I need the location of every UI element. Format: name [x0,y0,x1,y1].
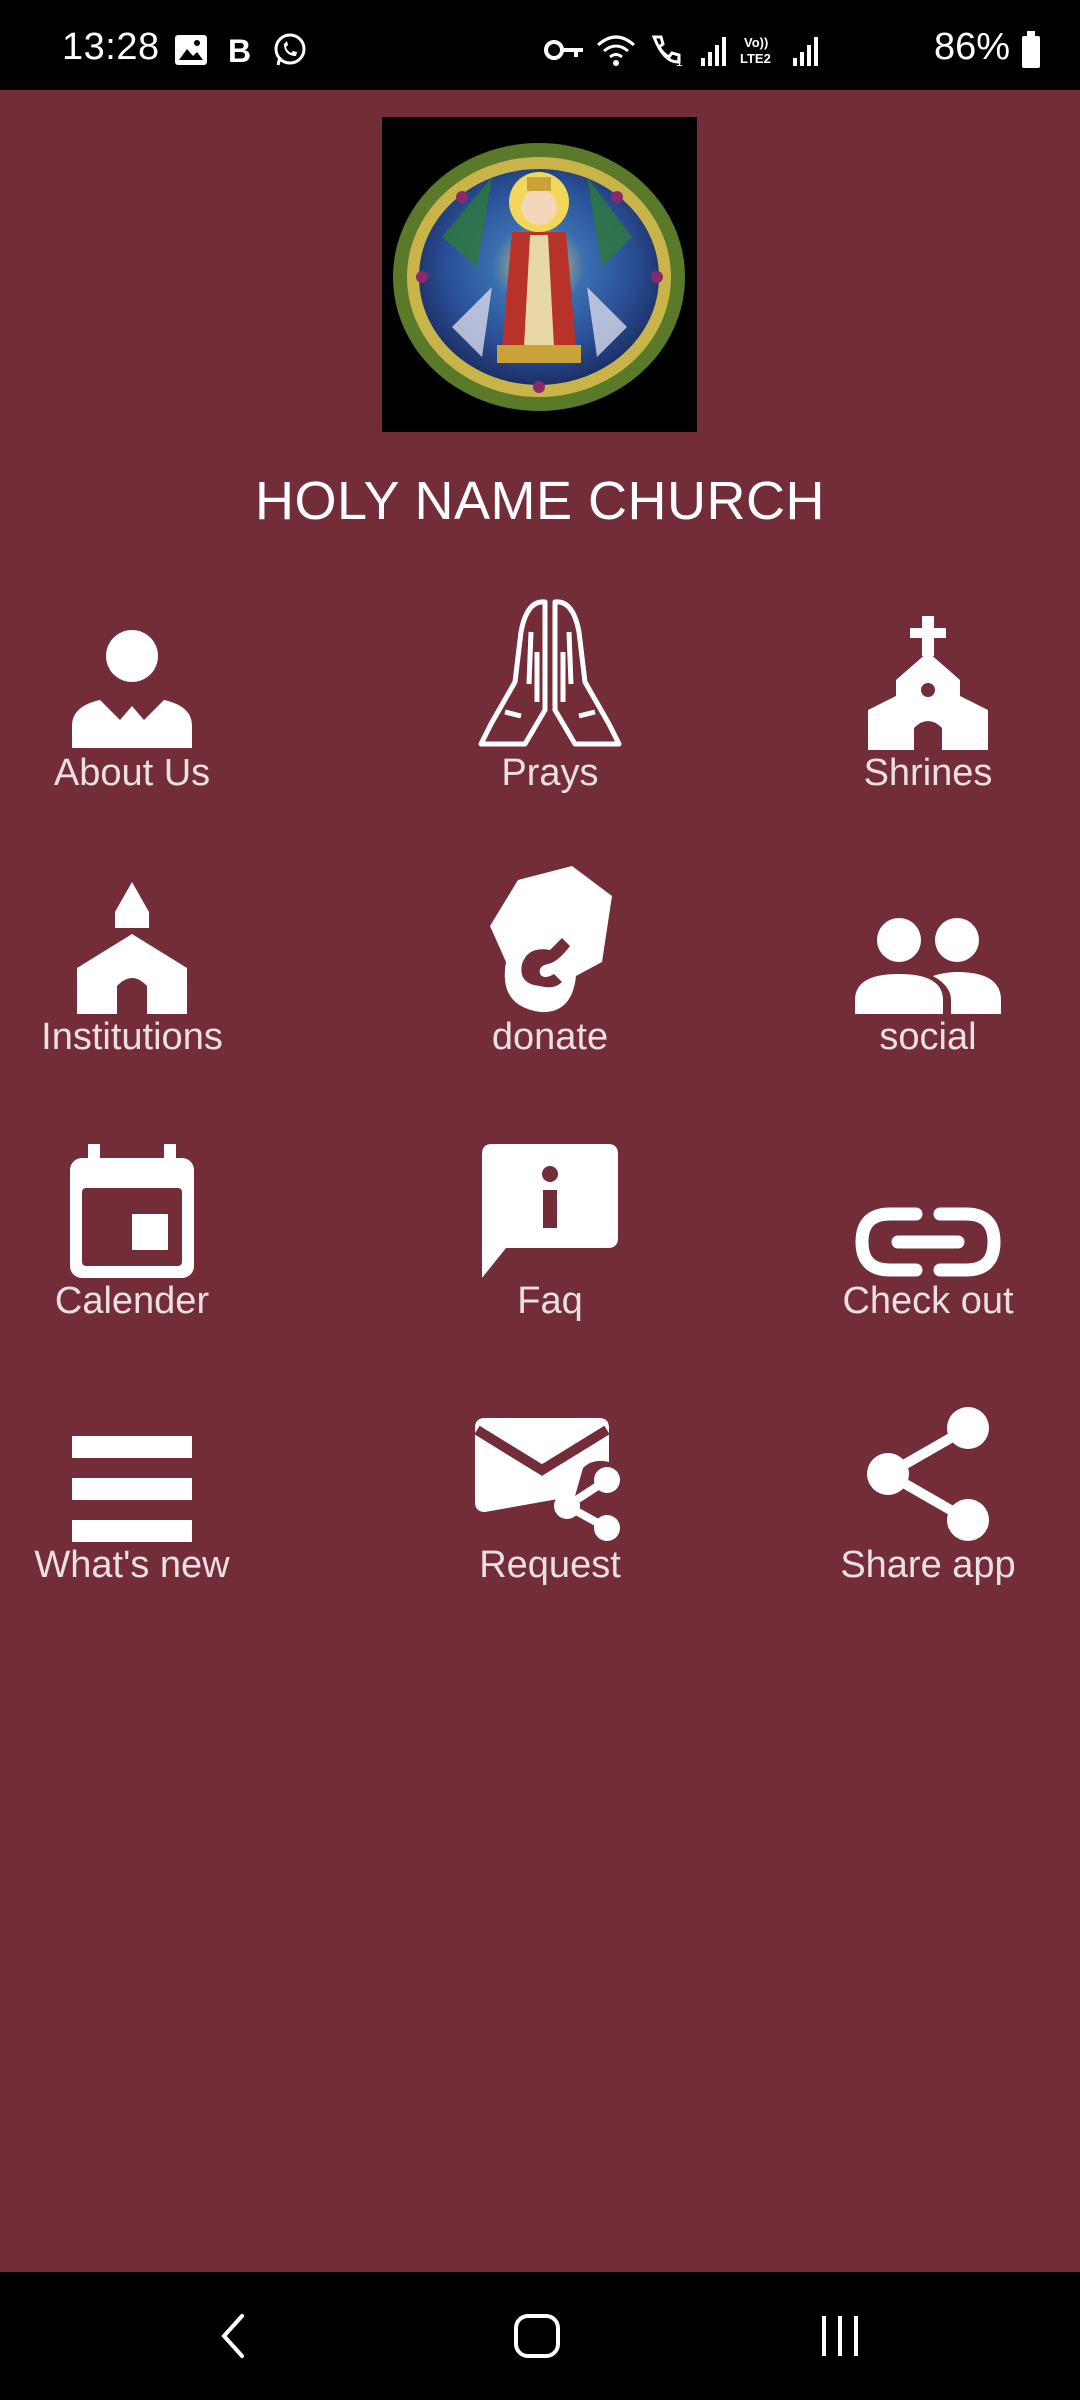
menu-item-check-out[interactable]: Check out [798,1128,1058,1348]
signal-icon [793,37,818,66]
vpn-key-icon [544,40,583,60]
menu-item-whats-new[interactable]: What's new [2,1392,262,1612]
whatsapp-icon [274,33,306,66]
mail-share-icon [475,1418,620,1541]
menu-item-prays[interactable]: Prays [420,599,680,820]
battery-percentage: 86% [933,26,1010,68]
menu-label: social [879,1016,977,1058]
institution-icon [77,882,187,1014]
menu-label: Faq [517,1280,583,1322]
menu-label: Shrines [863,752,993,794]
menu-label: Share app [840,1544,1016,1586]
church-icon [868,616,988,750]
donate-icon [490,866,612,1013]
recents-icon[interactable] [818,2314,862,2358]
share-icon [867,1407,989,1541]
b-icon: B [228,34,251,66]
menu-label: Check out [842,1280,1014,1322]
menu-label: Calender [54,1280,210,1322]
status-bar: 13:28 B 1 Vo)) LTE2 86% [0,0,1080,90]
menu-item-donate[interactable]: donate [420,864,680,1084]
menu-item-share-app[interactable]: Share app [798,1392,1058,1612]
church-logo [382,117,697,432]
menu-item-faq[interactable]: Faq [420,1128,680,1348]
image-icon [175,35,207,65]
svg-text:B: B [228,34,251,66]
status-time: 13:28 [62,26,160,68]
wifi-icon [597,35,635,66]
signal-icon [701,37,726,66]
menu-item-about-us[interactable]: About Us [2,600,262,820]
volte-icon: Vo))LTE2 [740,35,771,66]
menu-item-shrines[interactable]: Shrines [798,600,1058,820]
menu-item-institutions[interactable]: Institutions [2,864,262,1084]
svg-text:1: 1 [676,55,683,67]
svg-text:LTE2: LTE2 [740,51,771,66]
calendar-icon [70,1144,194,1278]
menu-item-request[interactable]: Request [420,1392,680,1612]
people-icon [855,918,1001,1014]
menu-label: About Us [53,752,211,794]
link-icon [855,1207,1001,1277]
navigation-bar [0,2272,1080,2400]
menu-label: Prays [501,752,599,794]
app-title: HOLY NAME CHURCH [254,471,826,531]
menu-label: donate [491,1016,609,1058]
home-icon[interactable] [512,2312,562,2360]
menu-item-calender[interactable]: Calender [2,1128,262,1348]
faq-icon [482,1144,618,1278]
menu-label: What's new [34,1544,230,1586]
battery-icon [1022,31,1040,68]
praying-hands-icon [478,599,622,747]
call-icon: 1 [651,35,683,67]
back-icon[interactable] [216,2312,252,2360]
menu-item-social[interactable]: social [798,864,1058,1084]
person-icon [72,630,192,748]
menu-icon [72,1436,192,1542]
svg-text:Vo)): Vo)) [744,35,768,50]
menu-label: Request [479,1544,621,1586]
menu-label: Institutions [41,1016,223,1058]
